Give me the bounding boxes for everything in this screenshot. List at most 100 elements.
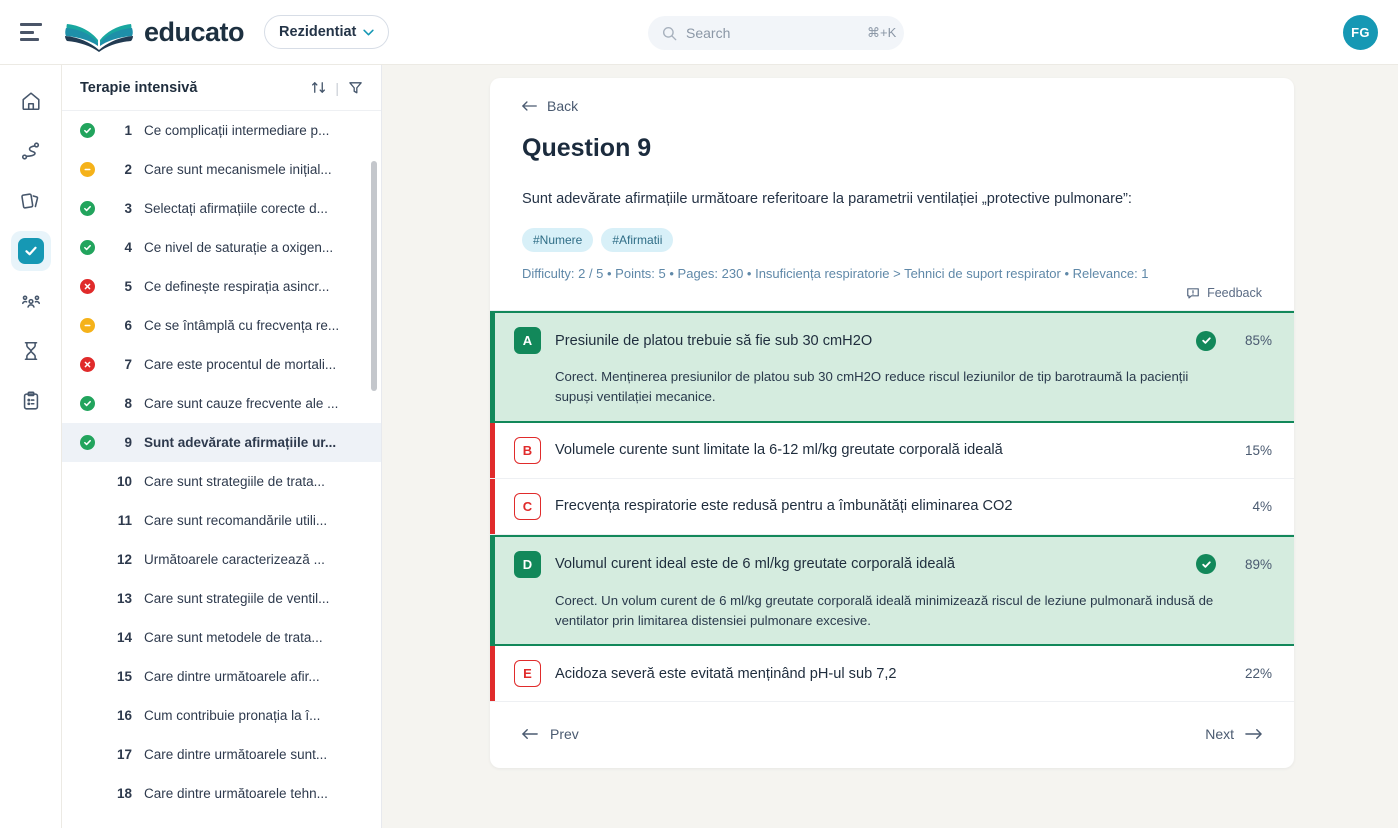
question-list-item-6[interactable]: 6Ce se întâmplă cu frecvența re... [62,306,381,345]
rail-item-questions[interactable] [11,231,51,271]
question-label: Care dintre următoarele tehn... [144,786,328,801]
sort-icon[interactable] [311,80,326,95]
question-label: Care sunt strategiile de ventil... [144,591,329,606]
answer-option-c[interactable]: C Frecvența respiratorie este redusă pent… [490,479,1294,535]
question-label: Care dintre următoarele sunt... [144,747,327,762]
rail-item-flashcards[interactable] [11,181,51,221]
question-number: 12 [106,552,132,567]
status-badge [80,162,106,177]
question-number: 15 [106,669,132,684]
question-number: 13 [106,591,132,606]
answer-row: C Frecvența respiratorie este redusă pent… [514,493,1272,520]
feedback-label: Feedback [1207,286,1262,300]
question-list-item-1[interactable]: 1Ce complicații intermediare p... [62,111,381,150]
answer-options: APresiunile de platou trebuie să fie sub… [490,310,1294,702]
answer-letter: B [514,437,541,464]
status-badge [80,201,106,216]
answer-text: Volumele curente sunt limitate la 6-12 m… [555,442,1216,458]
status-bad-icon [80,279,95,294]
search-box[interactable]: ⌘+K [648,16,904,50]
checkbox-icon [18,238,44,264]
arrow-left-icon [522,100,538,112]
question-list-item-18[interactable]: 18 Care dintre următoarele tehn... [62,774,381,813]
status-mid-icon [80,162,95,177]
question-number: 16 [106,708,132,723]
rail-item-learning-path[interactable] [11,131,51,171]
question-list-item-14[interactable]: 14Care sunt metodele de trata... [62,618,381,657]
avatar[interactable]: FG [1343,15,1378,50]
question-stem: Sunt adevărate afirmațiile următoare ref… [522,189,1262,210]
question-list-item-4[interactable]: 4 Ce nivel de saturație a oxigen... [62,228,381,267]
question-list-item-12[interactable]: 12Următoarele caracterizează ... [62,540,381,579]
answer-percent: 85% [1230,333,1272,348]
answer-text: Acidoza severă este evitată menținând pH… [555,666,1216,682]
status-ok-icon [80,240,95,255]
question-list-body: 1Ce complicații intermediare p...2Care s… [62,111,381,828]
question-list-item-11[interactable]: 11Care sunt recomandările utili... [62,501,381,540]
question-label: Sunt adevărate afirmațiile ur... [144,435,336,450]
correct-check-icon [1196,554,1216,574]
question-list-item-17[interactable]: 17 Care dintre următoarele sunt... [62,735,381,774]
question-list-scrollbar[interactable] [371,161,377,391]
question-list-title: Terapie intensivă [80,80,311,96]
educato-book-logo-icon [64,12,134,52]
next-button[interactable]: Next [1205,726,1262,742]
question-number: 2 [106,162,132,177]
prev-label: Prev [550,726,579,742]
question-number: 4 [106,240,132,255]
question-list-item-9[interactable]: 9Sunt adevărate afirmațiile ur... [62,423,381,462]
status-badge [80,357,106,372]
answer-option-d[interactable]: DVolumul curent ideal este de 6 ml/kg gr… [490,535,1294,647]
question-list-item-16[interactable]: 16 Cum contribuie pronația la î... [62,696,381,735]
arrow-left-icon [522,728,539,740]
route-icon [20,140,42,162]
question-list-item-2[interactable]: 2Care sunt mecanismele inițial... [62,150,381,189]
question-list-item-7[interactable]: 7Care este procentul de mortali... [62,345,381,384]
question-list-item-13[interactable]: 13 Care sunt strategiile de ventil... [62,579,381,618]
scope-selector[interactable]: Rezidentiat [264,15,389,49]
question-label: Cum contribuie pronația la î... [144,708,320,723]
answer-text: Frecvența respiratorie este redusă pentr… [555,498,1216,514]
back-button[interactable]: Back [522,98,578,114]
feedback-button[interactable]: Feedback [490,286,1294,300]
answer-letter: A [514,327,541,354]
answer-row: DVolumul curent ideal este de 6 ml/kg gr… [514,551,1272,578]
answer-row: EAcidoza severă este evitată menținând p… [514,660,1272,687]
question-number: 18 [106,786,132,801]
answer-option-a[interactable]: APresiunile de platou trebuie să fie sub… [490,311,1294,423]
prev-button[interactable]: Prev [522,726,579,742]
rail-item-history[interactable] [11,331,51,371]
rail-item-exams[interactable] [11,381,51,421]
question-label: Care sunt recomandările utili... [144,513,327,528]
rail-item-home[interactable] [11,81,51,121]
question-number: 17 [106,747,132,762]
question-tag[interactable]: #Numere [522,228,593,252]
answer-option-e[interactable]: EAcidoza severă este evitată menținând p… [490,646,1294,702]
brand[interactable]: educato [64,12,244,52]
status-badge [80,435,106,450]
question-header: Back Question 9 Sunt adevărate afirmații… [490,98,1294,281]
question-tag[interactable]: #Afirmatii [601,228,673,252]
top-bar: educato Rezidentiat ⌘+K FG [0,0,1398,65]
question-list-item-3[interactable]: 3Selectați afirmațiile corecte d... [62,189,381,228]
search-icon [662,26,677,41]
answer-option-b[interactable]: B Volumele curente sunt limitate la 6-12 … [490,423,1294,479]
rail-item-community[interactable] [11,281,51,321]
question-list-item-10[interactable]: 10Care sunt strategiile de trata... [62,462,381,501]
question-label: Ce nivel de saturație a oxigen... [144,240,333,255]
question-list-item-15[interactable]: 15Care dintre următoarele afir... [62,657,381,696]
search-input[interactable] [686,25,867,41]
question-list-item-8[interactable]: 8Care sunt cauze frecvente ale ... [62,384,381,423]
search-shortcut-hint: ⌘+K [867,25,896,41]
question-meta: Difficulty: 2 / 5 • Points: 5 • Pages: 2… [522,266,1262,281]
filter-icon[interactable] [348,80,363,95]
arrow-right-icon [1245,728,1262,740]
hamburger-icon[interactable] [20,23,44,41]
question-label: Ce complicații intermediare p... [144,123,329,138]
status-ok-icon [80,396,95,411]
question-list-item-5[interactable]: 5Ce definește respirația asincr... [62,267,381,306]
status-mid-icon [80,318,95,333]
back-label: Back [547,98,578,114]
status-badge [80,240,106,255]
answer-letter: C [514,493,541,520]
